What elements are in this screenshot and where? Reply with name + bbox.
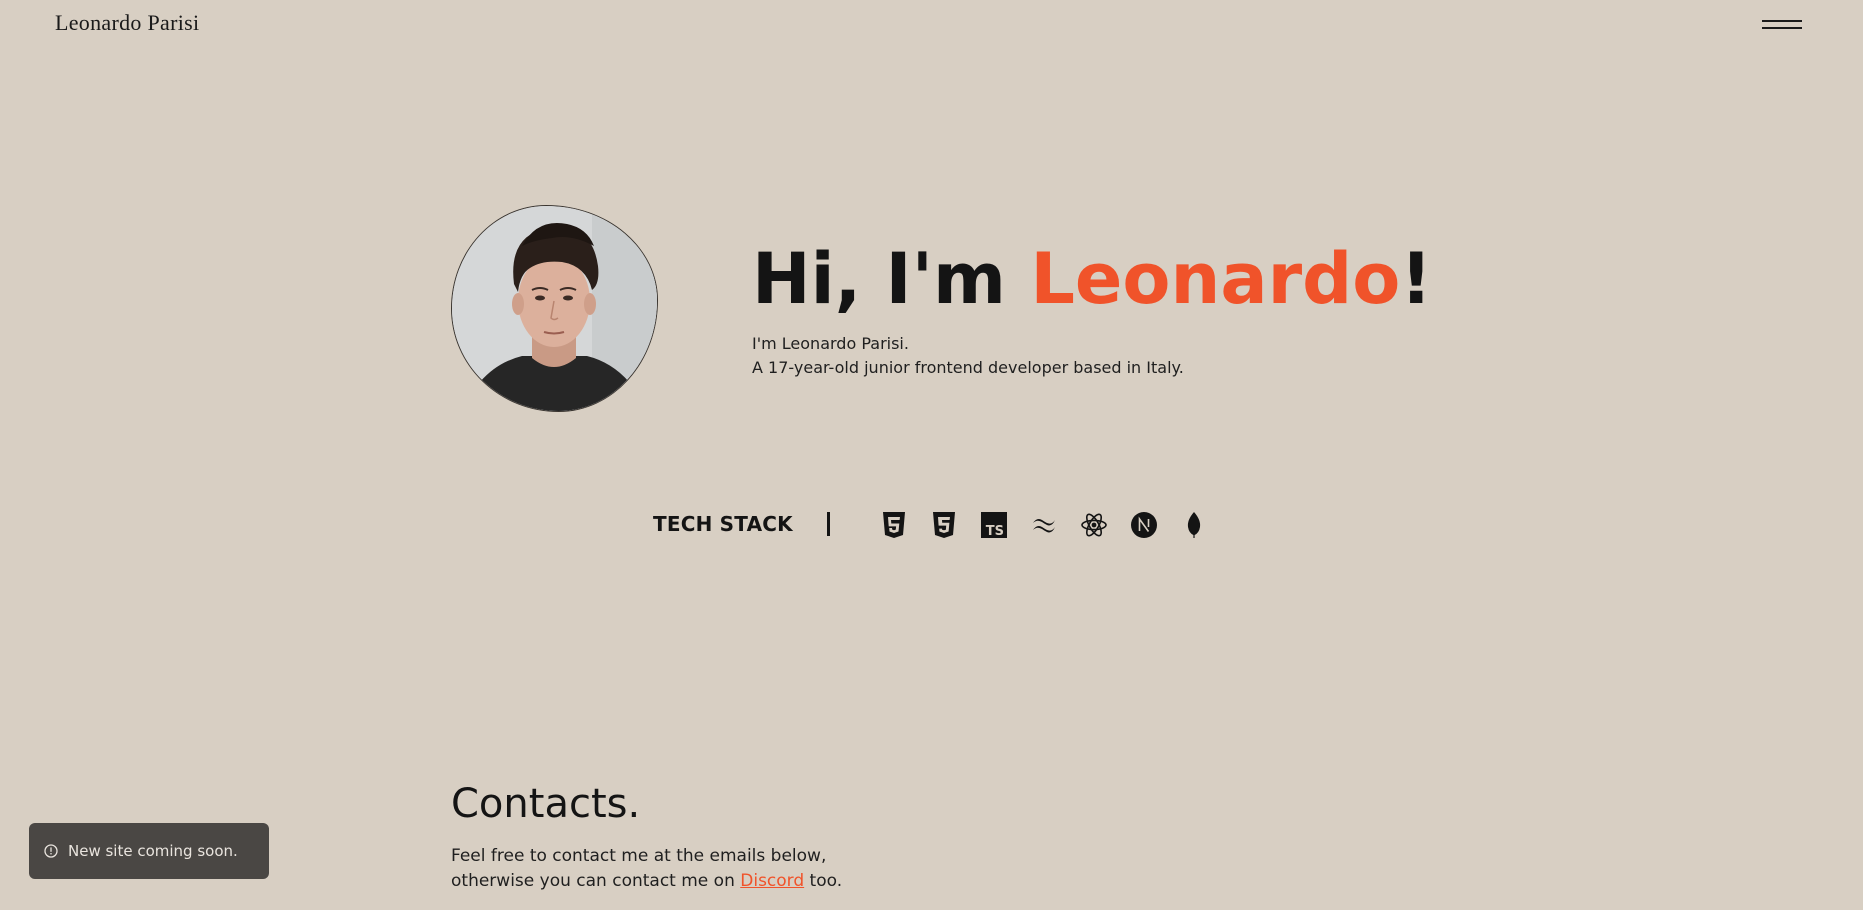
contacts-description: Feel free to contact me at the emails be… (451, 844, 901, 894)
svg-text:TS: TS (986, 524, 1004, 539)
hero-intro-line: I'm Leonardo Parisi. (752, 334, 909, 353)
hero-bio-line: A 17-year-old junior frontend developer … (752, 358, 1184, 377)
contacts-heading: Contacts. (451, 781, 641, 827)
tailwindcss-icon[interactable] (1030, 511, 1058, 539)
contacts-text-after: too. (804, 871, 843, 891)
tech-stack-label: TECH STACK (653, 512, 793, 536)
hero-name: Leonardo (1030, 238, 1401, 320)
typescript-icon[interactable]: TS (980, 511, 1008, 539)
css3-icon[interactable] (930, 511, 958, 539)
hero-exclamation: ! (1400, 238, 1433, 320)
hero-greeting: Hi, I'm (752, 238, 1031, 320)
nextjs-icon[interactable] (1130, 511, 1158, 539)
profile-photo (451, 205, 658, 412)
tech-stack-divider (827, 512, 830, 536)
info-circle-icon (44, 844, 58, 858)
site-logo[interactable]: Leonardo Parisi (55, 10, 199, 36)
menu-line-top (1762, 20, 1802, 22)
hamburger-menu-icon[interactable] (1762, 18, 1802, 32)
mongodb-icon[interactable] (1180, 511, 1208, 539)
discord-link[interactable]: Discord (740, 871, 804, 891)
html5-icon[interactable] (880, 511, 908, 539)
toast-message: New site coming soon. (68, 842, 238, 860)
menu-line-bottom (1762, 27, 1802, 29)
notification-toast[interactable]: New site coming soon. (29, 823, 269, 879)
react-icon[interactable] (1080, 511, 1108, 539)
hero-heading: Hi, I'm Leonardo! (752, 234, 1432, 324)
